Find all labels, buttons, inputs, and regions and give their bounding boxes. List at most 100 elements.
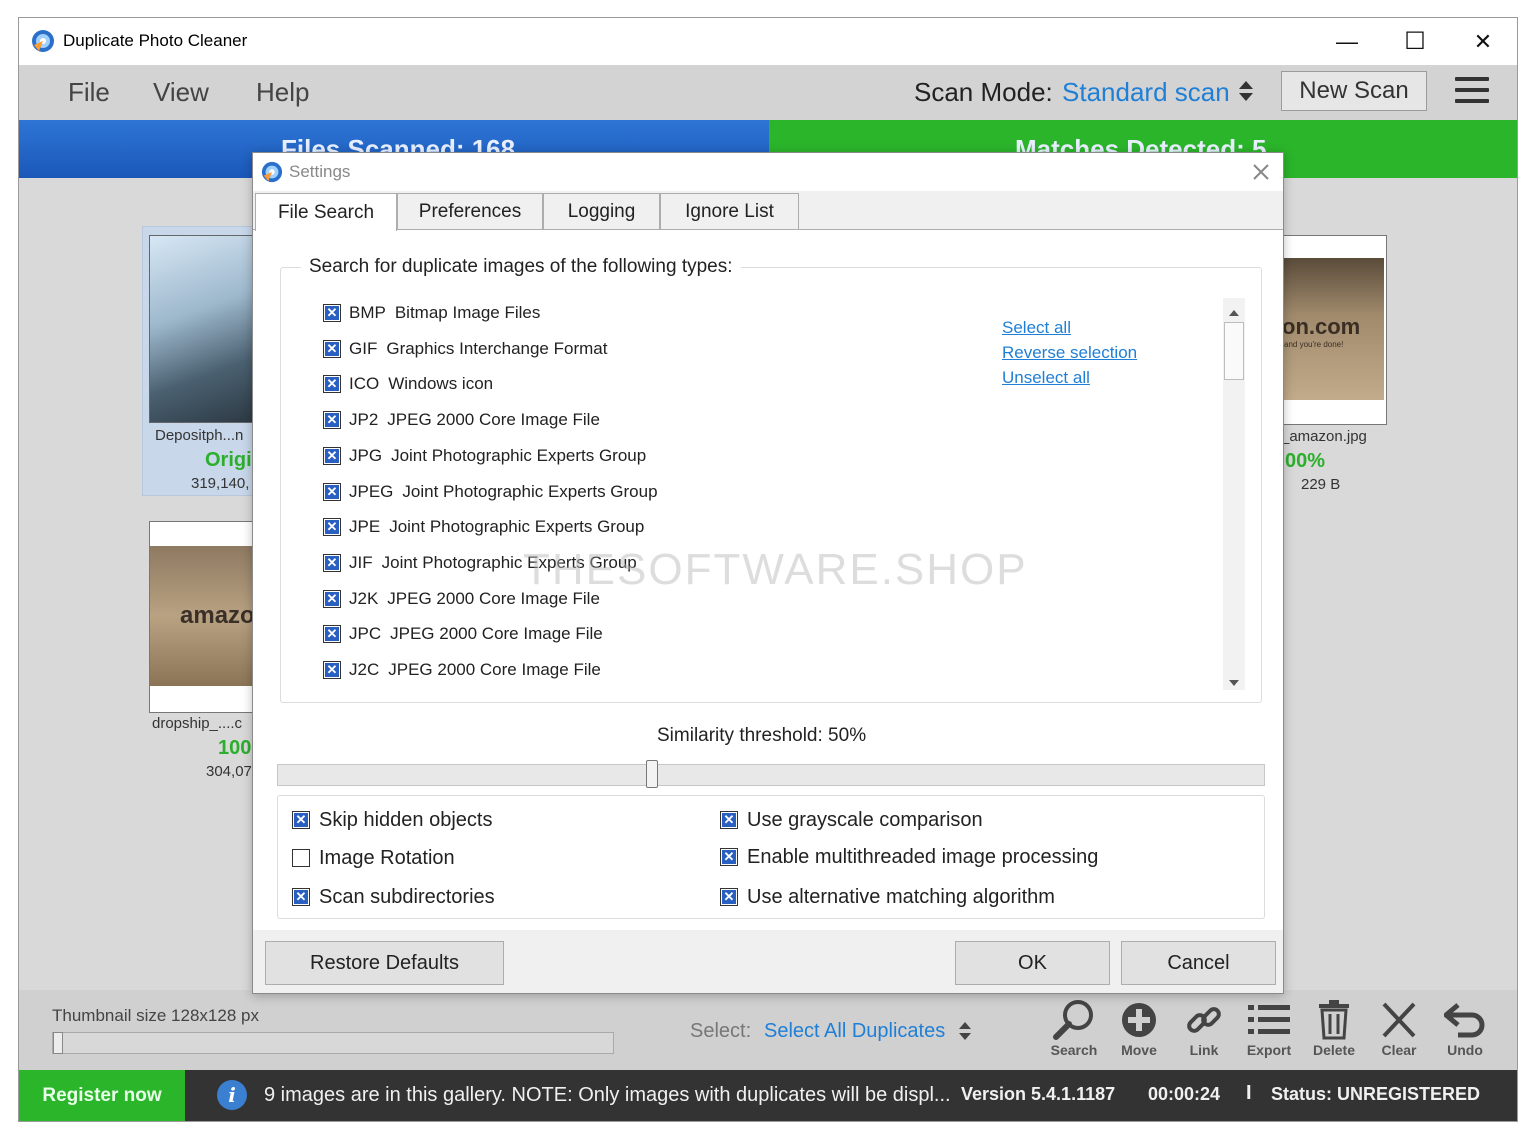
hamburger-menu-icon[interactable] [1455, 77, 1489, 105]
file-type-extension: ICO [349, 374, 380, 393]
new-scan-button[interactable]: New Scan [1281, 71, 1427, 111]
slider-handle[interactable] [53, 1032, 63, 1054]
checkmark-icon: ✕ [325, 341, 339, 356]
file-type-description: Windows icon [388, 374, 494, 393]
reverse-selection-link[interactable]: Reverse selection [1002, 343, 1137, 363]
file-type-row[interactable]: ✕ JPG Joint Photographic Experts Group [323, 441, 646, 471]
elapsed-time: 00:00:24 [1148, 1084, 1221, 1104]
file-type-extension: JPC [349, 624, 382, 643]
file-types-scrollbar[interactable] [1223, 298, 1245, 690]
undo-tool-button[interactable]: Undo [1433, 998, 1497, 1066]
file-type-row[interactable]: ✕ ICO Windows icon [323, 369, 493, 399]
gallery-card-frame[interactable]: on.com and you're done! [1281, 235, 1387, 425]
move-tool-button[interactable]: Move [1107, 998, 1171, 1066]
checkmark-icon: ✕ [325, 448, 339, 463]
menu-bar: File View Help Scan Mode: Standard scan … [19, 65, 1517, 120]
scroll-up-icon[interactable] [1228, 304, 1240, 322]
file-type-checkbox[interactable]: ✕ [323, 447, 341, 465]
file-type-checkbox[interactable]: ✕ [323, 554, 341, 572]
unselect-all-link[interactable]: Unselect all [1002, 368, 1090, 388]
app-logo-icon [31, 29, 55, 53]
dialog-close-button[interactable] [1243, 155, 1279, 189]
file-type-checkbox[interactable]: ✕ [323, 340, 341, 358]
minimize-button[interactable]: — [1317, 18, 1377, 65]
file-type-checkbox[interactable]: ✕ [323, 661, 341, 679]
image-rotation-checkbox[interactable] [292, 849, 310, 867]
skip-hidden-checkbox[interactable]: ✕ [292, 811, 310, 829]
file-type-checkbox[interactable]: ✕ [323, 625, 341, 643]
tab-logging[interactable]: Logging [543, 193, 660, 229]
file-type-row[interactable]: ✕ J2C JPEG 2000 Core Image File [323, 655, 601, 685]
file-type-extension: GIF [349, 339, 378, 358]
delete-tool-button[interactable]: Delete [1302, 998, 1366, 1066]
scan-subdirectories-checkbox[interactable]: ✕ [292, 888, 310, 906]
file-type-checkbox[interactable]: ✕ [323, 483, 341, 501]
restore-defaults-button[interactable]: Restore Defaults [265, 941, 504, 985]
alt-algorithm-checkbox[interactable]: ✕ [720, 888, 738, 906]
close-button[interactable]: ✕ [1453, 18, 1513, 65]
multithreaded-checkbox[interactable]: ✕ [720, 848, 738, 866]
skip-hidden-option[interactable]: ✕ Skip hidden objects [292, 805, 492, 835]
select-duplicates-dropdown[interactable]: Select All Duplicates [764, 1020, 945, 1043]
file-type-row[interactable]: ✕ JPE Joint Photographic Experts Group [323, 512, 644, 542]
card-size: 319,140, [191, 475, 250, 492]
card-filename: dropship_....c [152, 715, 243, 732]
similarity-threshold-label: Similarity threshold: 50% [657, 725, 867, 746]
file-type-row[interactable]: ✕ JPEG Joint Photographic Experts Group [323, 477, 658, 507]
thumbnail-image: on.com and you're done! [1282, 258, 1384, 400]
link-icon [1172, 998, 1236, 1042]
file-type-row[interactable]: ✕ JP2 JPEG 2000 Core Image File [323, 405, 600, 435]
search-tool-button[interactable]: Search [1042, 998, 1106, 1066]
file-type-checkbox[interactable]: ✕ [323, 304, 341, 322]
link-tool-button[interactable]: Link [1172, 998, 1236, 1066]
tab-file-search[interactable]: File Search [255, 193, 397, 231]
file-type-checkbox[interactable]: ✕ [323, 590, 341, 608]
scroll-thumb[interactable] [1224, 322, 1244, 380]
file-type-row[interactable]: ✕ JPC JPEG 2000 Core Image File [323, 619, 603, 649]
menu-view[interactable]: View [153, 77, 209, 108]
menu-help[interactable]: Help [256, 77, 309, 108]
checkmark-icon: ✕ [325, 519, 339, 534]
settings-dialog: Settings File Search Preferences Logging… [252, 152, 1284, 994]
maximize-button[interactable]: ☐ [1385, 18, 1445, 65]
file-type-checkbox[interactable]: ✕ [323, 518, 341, 536]
tool-label: Link [1189, 1042, 1219, 1058]
registration-status: Status: UNREGISTERED [1271, 1084, 1481, 1104]
card-status: 00% [1285, 450, 1326, 472]
grayscale-checkbox[interactable]: ✕ [720, 811, 738, 829]
file-type-checkbox[interactable]: ✕ [323, 375, 341, 393]
similarity-threshold-slider[interactable] [277, 760, 1265, 788]
scan-mode-select[interactable]: Standard scan [1062, 77, 1230, 108]
checkmark-icon: ✕ [325, 412, 339, 427]
slider-handle[interactable] [646, 760, 658, 788]
alt-algorithm-option[interactable]: ✕ Use alternative matching algorithm [720, 882, 1055, 912]
register-now-button[interactable]: Register now [19, 1070, 185, 1121]
gallery-card-frame[interactable]: amazon [149, 521, 269, 713]
option-label: Scan subdirectories [319, 885, 495, 908]
updown-arrows-icon[interactable] [958, 1020, 972, 1042]
image-rotation-option[interactable]: Image Rotation [292, 843, 455, 873]
select-all-link[interactable]: Select all [1002, 318, 1071, 338]
tab-preferences[interactable]: Preferences [397, 193, 543, 229]
updown-arrows-icon[interactable] [1238, 79, 1254, 103]
file-type-description: JPEG 2000 Core Image File [387, 410, 600, 429]
scan-subdirectories-option[interactable]: ✕ Scan subdirectories [292, 882, 495, 912]
menu-file[interactable]: File [68, 77, 110, 108]
scroll-down-icon[interactable] [1228, 674, 1240, 692]
thumbnail-size-slider[interactable] [52, 1032, 614, 1054]
card-filename: _amazon.jpg [1281, 428, 1367, 445]
clear-tool-button[interactable]: Clear [1367, 998, 1431, 1066]
tool-label: Clear [1381, 1042, 1417, 1058]
tab-ignore-list[interactable]: Ignore List [660, 193, 799, 229]
card-status: 100 [218, 737, 252, 759]
export-tool-button[interactable]: Export [1237, 998, 1301, 1066]
file-type-checkbox[interactable]: ✕ [323, 411, 341, 429]
cancel-button[interactable]: Cancel [1121, 941, 1276, 985]
dialog-title-bar: Settings [253, 153, 1283, 191]
multithreaded-option[interactable]: ✕ Enable multithreaded image processing [720, 842, 1098, 872]
ok-button[interactable]: OK [955, 941, 1110, 985]
watermark-text: THESOFTWARE.SHOP [523, 545, 1028, 594]
file-type-row[interactable]: ✕ GIF Graphics Interchange Format [323, 334, 607, 364]
file-type-row[interactable]: ✕ BMP Bitmap Image Files [323, 298, 540, 328]
grayscale-option[interactable]: ✕ Use grayscale comparison [720, 805, 983, 835]
